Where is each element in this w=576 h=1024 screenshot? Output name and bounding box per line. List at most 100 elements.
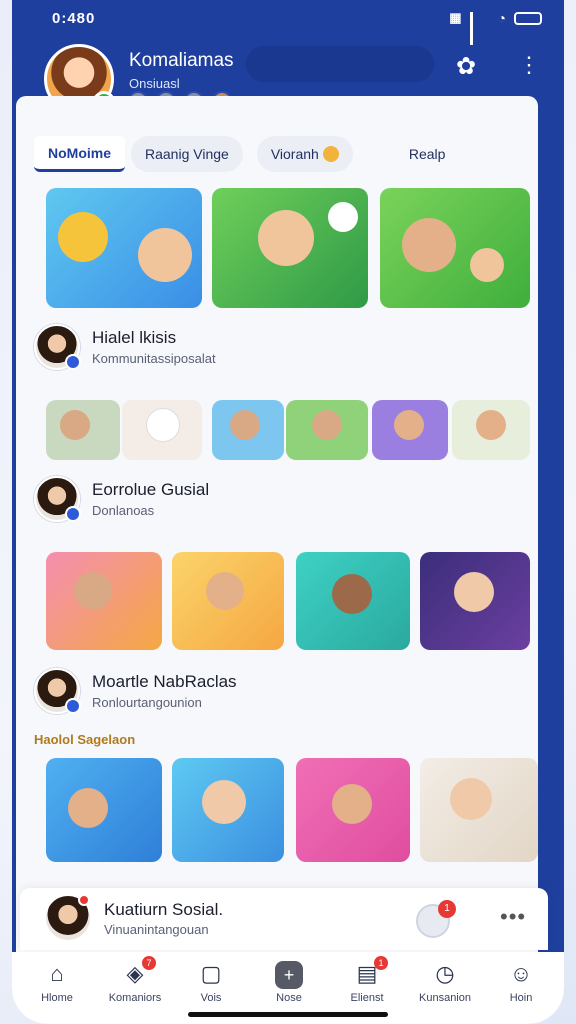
media-tile[interactable] <box>380 188 530 308</box>
tab-0[interactable]: NoMoime <box>34 136 125 172</box>
home-indicator <box>188 1012 388 1017</box>
profile-names: Moartle NabRaclas Ronlourtangounion <box>92 672 237 710</box>
character-image <box>402 218 456 272</box>
tab-bar: NoMoime Raanig Vinge Vioranh Realp <box>34 136 459 172</box>
clock-icon: ◷ <box>435 961 455 986</box>
character-image <box>58 212 108 262</box>
character-image <box>60 410 90 440</box>
profile-name: Moartle NabRaclas <box>92 672 237 691</box>
profile-names: Eorrolue Gusial Donlanoas <box>92 480 209 518</box>
profile-icon: ☺ <box>509 961 533 986</box>
card-title: Kuatiurn Sosial. <box>104 900 224 919</box>
character-image <box>258 210 314 266</box>
media-tile[interactable] <box>296 552 410 650</box>
character-image <box>332 574 372 614</box>
profile-row[interactable]: Moartle NabRaclas Ronlourtangounion <box>34 668 237 714</box>
profile-avatar[interactable] <box>34 476 81 522</box>
status-icons: ▦ ◔ <box>449 10 542 45</box>
section-label: Haolol Sagelaon <box>34 732 136 747</box>
media-tile[interactable] <box>172 552 284 650</box>
verified-icon <box>65 354 81 370</box>
profile-subtitle: Ronlourtangounion <box>92 695 202 710</box>
data-icon: ▦ <box>449 10 462 25</box>
media-tile[interactable] <box>212 400 284 460</box>
nav-item-6[interactable]: ☺ Hoin <box>486 960 556 1004</box>
media-tile[interactable] <box>122 400 202 460</box>
character-image <box>312 410 342 440</box>
media-tile[interactable] <box>296 758 410 862</box>
nav-label: Komaniors <box>108 992 162 1004</box>
character-image <box>328 202 358 232</box>
card-badge: 1 <box>438 900 456 918</box>
status-time: 0:480 <box>52 10 96 27</box>
nav-label: Hoin <box>509 992 533 1004</box>
status-bar: 0:480 ▦ ◔ <box>12 0 564 45</box>
character-image <box>230 410 260 440</box>
media-tile[interactable] <box>46 758 162 862</box>
nav-item-5[interactable]: ◷ Kunsanion <box>410 960 480 1004</box>
emoji-icon <box>322 146 339 162</box>
character-image <box>450 778 492 820</box>
tab-1[interactable]: Raanig Vinge <box>131 136 243 172</box>
compass-icon: ◈ 7 <box>100 956 170 988</box>
more-horizontal-icon[interactable]: ••• <box>500 904 526 930</box>
profile-name: Hialel lkisis <box>92 328 177 347</box>
home-icon: ⌂ <box>50 961 64 986</box>
media-tile[interactable] <box>212 188 368 308</box>
profile-subtitle: Donlanoas <box>92 503 155 518</box>
character-image <box>332 784 372 824</box>
nav-label: Vois <box>200 992 222 1004</box>
events-icon: ▤ 1 <box>332 956 402 988</box>
character-image <box>202 780 246 824</box>
verified-icon <box>65 506 81 522</box>
nav-label: Nose <box>276 992 302 1004</box>
character-image <box>206 572 244 610</box>
app-subtitle: Onsiuasl <box>129 76 180 91</box>
media-tile[interactable] <box>420 758 538 862</box>
media-tile[interactable] <box>372 400 448 460</box>
media-tile[interactable] <box>46 400 120 460</box>
video-icon: ▢ <box>200 961 222 986</box>
profile-avatar[interactable] <box>34 324 81 370</box>
nav-label: Kunsanion <box>419 992 471 1004</box>
profile-subtitle: Kommunitassiposalat <box>92 351 216 366</box>
profile-name: Eorrolue Gusial <box>92 480 210 499</box>
profile-row[interactable]: Eorrolue Gusial Donlanoas <box>34 476 209 522</box>
media-tile[interactable] <box>46 188 202 308</box>
profile-row[interactable]: Hialel lkisis Kommunitassiposalat <box>34 324 216 370</box>
character-image <box>74 572 112 610</box>
character-image <box>68 788 108 828</box>
profile-names: Hialel lkisis Kommunitassiposalat <box>92 328 216 366</box>
character-image <box>394 410 424 440</box>
nav-badge: 7 <box>142 956 156 970</box>
nav-item-4[interactable]: ▤ 1 Elienst <box>332 956 402 1004</box>
tab-3[interactable]: Realp <box>395 136 460 172</box>
plus-icon: + <box>254 960 324 989</box>
nav-item-2[interactable]: ▢ Vois <box>176 960 246 1004</box>
character-image <box>454 572 494 612</box>
character-image <box>470 248 504 282</box>
profile-avatar[interactable] <box>34 668 81 714</box>
signal-icon <box>469 12 490 45</box>
media-tile[interactable] <box>172 758 284 862</box>
media-tile[interactable] <box>286 400 368 460</box>
media-tile[interactable] <box>46 552 162 650</box>
tab-2-label: Vioranh <box>270 146 319 162</box>
now-playing-card[interactable]: Kuatiurn Sosial. Vinuanintangouan 1 ••• <box>20 888 548 950</box>
live-dot-icon <box>78 894 90 906</box>
media-tile[interactable] <box>420 552 530 650</box>
nav-item-3[interactable]: + Nose <box>254 960 324 1004</box>
more-vertical-icon[interactable]: ⋮ <box>518 52 540 78</box>
character-image <box>146 408 180 442</box>
character-image <box>138 228 192 282</box>
nav-item-1[interactable]: ◈ 7 Komaniors <box>100 956 170 1004</box>
feed: NoMoime Raanig Vinge Vioranh Realp Hiale… <box>16 96 538 956</box>
mascot-icon[interactable]: 1 <box>416 900 456 938</box>
search-bar[interactable] <box>246 46 434 82</box>
nav-badge: 1 <box>374 956 388 970</box>
nav-item-0[interactable]: ⌂ Hlome <box>22 960 92 1004</box>
character-image <box>476 410 506 440</box>
tab-2[interactable]: Vioranh <box>256 136 353 172</box>
media-tile[interactable] <box>452 400 530 460</box>
chat-icon[interactable]: ✿ <box>456 52 476 81</box>
